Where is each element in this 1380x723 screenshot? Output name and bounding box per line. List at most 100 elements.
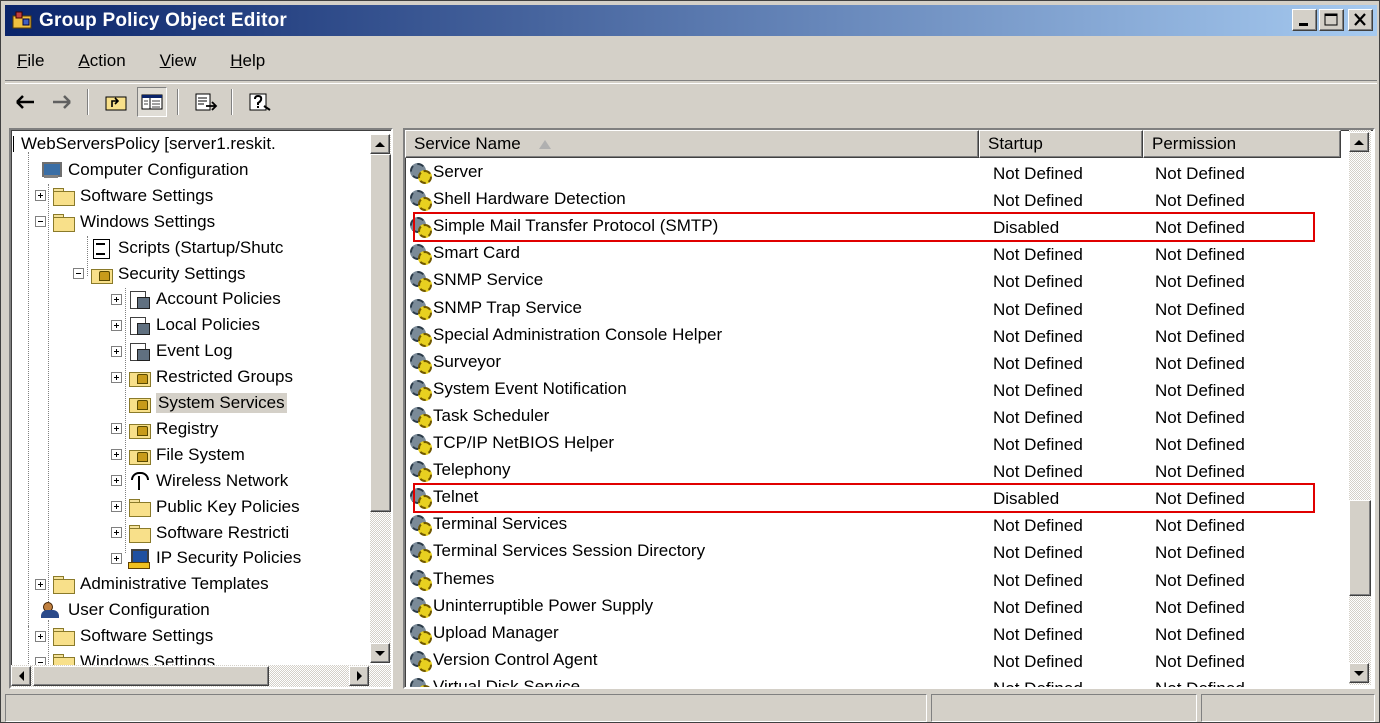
tree-node[interactable]: Administrative Templates xyxy=(35,571,269,597)
expand-plus-icon[interactable] xyxy=(111,345,122,357)
tree-node[interactable]: WebServersPolicy [server1.reskit. xyxy=(13,131,276,157)
expand-plus-icon[interactable] xyxy=(111,319,122,331)
details-list-pane[interactable]: Service Name Startup Permission Server No… xyxy=(403,128,1375,689)
service-name: Upload Manager xyxy=(433,622,559,642)
tree-node[interactable]: Wireless Network xyxy=(111,468,288,494)
menu-view[interactable]: View xyxy=(143,51,214,71)
menu-file[interactable]: File xyxy=(5,51,61,71)
expand-plus-icon[interactable] xyxy=(111,552,122,564)
permission-cell: Not Defined xyxy=(1155,462,1245,482)
title-bar[interactable]: Group Policy Object Editor xyxy=(5,5,1377,36)
tree-node[interactable]: Event Log xyxy=(111,338,233,364)
policy-root-icon xyxy=(13,136,17,152)
list-row[interactable]: Special Administration Console Helper Not… xyxy=(405,323,1325,350)
startup-cell: Not Defined xyxy=(993,543,1083,563)
tree-scroll-right-button[interactable] xyxy=(349,666,369,686)
expand-plus-icon[interactable] xyxy=(35,630,46,642)
list-row[interactable]: Uninterruptible Power Supply Not Defined N… xyxy=(405,594,1325,621)
service-name-cell: Terminal Services Session Directory xyxy=(409,541,705,564)
tree-node[interactable]: Restricted Groups xyxy=(111,364,293,390)
list-row[interactable]: SNMP Trap Service Not Defined Not Defined xyxy=(405,296,1325,323)
list-scroll-thumb[interactable] xyxy=(1349,500,1371,596)
column-header-service-name[interactable]: Service Name xyxy=(405,130,979,158)
list-row[interactable]: SNMP Service Not Defined Not Defined xyxy=(405,268,1325,295)
tree-horizontal-thumb[interactable] xyxy=(33,666,269,686)
tree-node[interactable]: Security Settings xyxy=(73,261,246,287)
expand-plus-icon[interactable] xyxy=(111,449,122,461)
list-row[interactable]: Upload Manager Not Defined Not Defined xyxy=(405,621,1325,648)
console-tree-pane[interactable]: WebServersPolicy [server1.reskit. Compute… xyxy=(9,128,393,689)
tree-node[interactable]: Account Policies xyxy=(111,286,281,312)
expand-plus-icon[interactable] xyxy=(111,501,122,513)
tree-scroll-down-button[interactable] xyxy=(370,643,390,663)
expand-plus-icon[interactable] xyxy=(111,475,122,487)
list-row[interactable]: Telephony Not Defined Not Defined xyxy=(405,458,1325,485)
expand-plus-icon[interactable] xyxy=(111,371,122,383)
expand-plus-icon[interactable] xyxy=(111,293,122,305)
list-row[interactable]: TCP/IP NetBIOS Helper Not Defined Not Defi… xyxy=(405,431,1325,458)
list-row[interactable]: Virtual Disk Service Not Defined Not Defin… xyxy=(405,675,1325,687)
service-name-cell: Server xyxy=(409,162,483,184)
tree-node[interactable]: IP Security Policies xyxy=(111,545,301,571)
list-scroll-up-button[interactable] xyxy=(1349,132,1369,152)
tree-node-label: Wireless Network xyxy=(156,470,289,490)
collapse-minus-icon[interactable] xyxy=(73,268,84,279)
list-row[interactable]: Server Not Defined Not Defined xyxy=(405,160,1325,187)
list-row[interactable]: Shell Hardware Detection Not Defined Not D… xyxy=(405,187,1325,214)
tree-scroll-up-button[interactable] xyxy=(370,134,390,154)
list-vertical-scrollbar[interactable] xyxy=(1349,130,1371,685)
list-row[interactable]: System Event Notification Not Defined Not … xyxy=(405,377,1325,404)
tree-node[interactable]: Software Settings xyxy=(35,183,213,209)
permission-cell: Not Defined xyxy=(1155,272,1245,292)
startup-cell: Disabled xyxy=(993,489,1060,509)
permission-cell: Not Defined xyxy=(1155,245,1245,265)
tree-node[interactable]: Local Policies xyxy=(111,312,260,338)
tree-node[interactable]: Software Settings xyxy=(35,623,213,649)
expand-plus-icon[interactable] xyxy=(35,190,46,202)
tree-node[interactable]: System Services xyxy=(111,390,287,416)
tree-node[interactable]: Computer Configuration xyxy=(23,157,248,183)
permission-cell: Not Defined xyxy=(1155,543,1245,563)
tree-node[interactable]: Windows Settings xyxy=(35,209,215,235)
list-row[interactable]: Simple Mail Transfer Protocol (SMTP) Disa… xyxy=(405,214,1325,241)
tree-scroll-left-button[interactable] xyxy=(11,666,31,686)
list-row[interactable]: Task Scheduler Not Defined Not Defined xyxy=(405,404,1325,431)
maximize-button[interactable] xyxy=(1319,9,1344,31)
expand-plus-icon[interactable] xyxy=(111,423,122,435)
list-row[interactable]: Surveyor Not Defined Not Defined xyxy=(405,350,1325,377)
menu-action[interactable]: Action xyxy=(61,51,142,71)
list-row[interactable]: Telnet Disabled Not Defined xyxy=(405,485,1325,512)
expand-plus-icon[interactable] xyxy=(111,527,122,538)
tree-node[interactable]: File System xyxy=(111,442,245,468)
tree-node[interactable]: User Configuration xyxy=(23,597,210,623)
startup-cell: Not Defined xyxy=(993,651,1083,671)
tree-node[interactable]: Scripts (Startup/Shutc xyxy=(73,235,283,261)
export-list-button[interactable] xyxy=(191,87,221,117)
forward-button[interactable] xyxy=(47,87,77,117)
collapse-minus-icon[interactable] xyxy=(35,216,46,228)
list-row[interactable]: Terminal Services Session Directory Not D… xyxy=(405,539,1325,566)
close-button[interactable] xyxy=(1348,9,1373,31)
tree-node[interactable]: Registry xyxy=(111,416,218,442)
list-row[interactable]: Smart Card Not Defined Not Defined xyxy=(405,241,1325,268)
list-row[interactable]: Terminal Services Not Defined Not Defined xyxy=(405,512,1325,539)
show-hide-tree-button[interactable] xyxy=(137,86,167,117)
expand-plus-icon[interactable] xyxy=(35,578,46,590)
tree-scroll-thumb[interactable] xyxy=(370,154,391,512)
tree-node[interactable]: Software Restricti xyxy=(111,520,289,546)
list-scroll-down-button[interactable] xyxy=(1349,663,1369,683)
minimize-button[interactable] xyxy=(1292,9,1317,31)
service-name: TCP/IP NetBIOS Helper xyxy=(433,433,615,452)
column-header-permission[interactable]: Permission xyxy=(1143,130,1341,158)
back-button[interactable] xyxy=(11,87,41,117)
menu-help[interactable]: Help xyxy=(213,51,282,71)
up-one-level-button[interactable] xyxy=(101,87,131,117)
service-name: SNMP Service xyxy=(433,270,544,290)
help-button[interactable] xyxy=(245,87,275,117)
policy-icon xyxy=(128,315,150,336)
column-header-startup[interactable]: Startup xyxy=(979,130,1143,158)
group-policy-app-icon[interactable] xyxy=(11,10,33,32)
list-row[interactable]: Themes Not Defined Not Defined xyxy=(405,567,1325,594)
tree-node[interactable]: Public Key Policies xyxy=(111,494,300,520)
list-row[interactable]: Version Control Agent Not Defined Not Defi… xyxy=(405,648,1325,675)
